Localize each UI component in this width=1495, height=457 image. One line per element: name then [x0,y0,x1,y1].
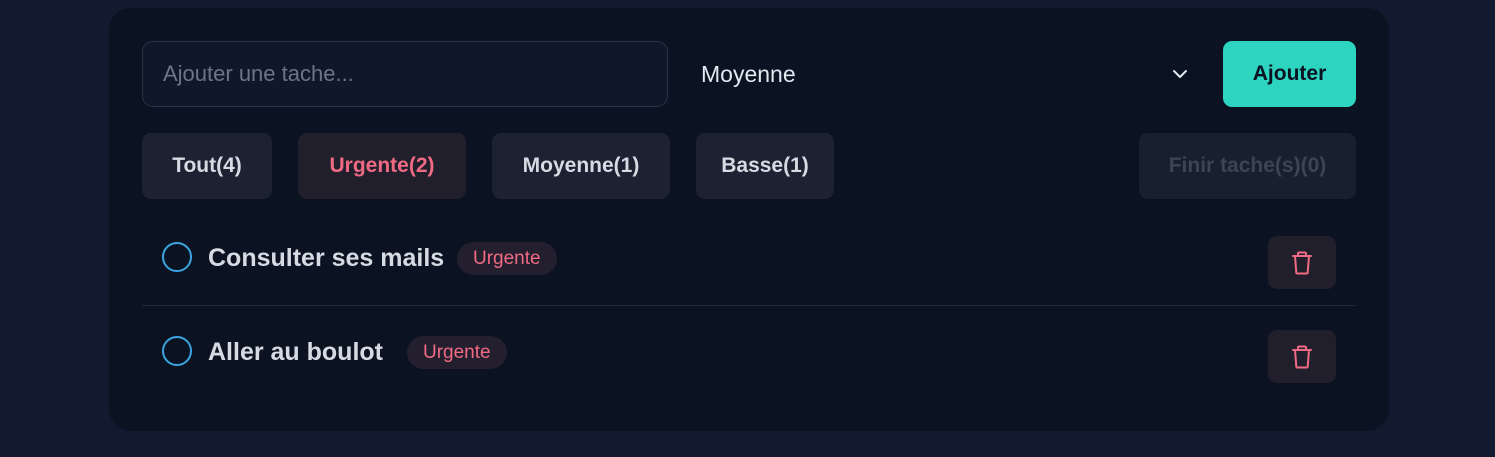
priority-select-value: Moyenne [701,60,796,87]
filter-medium-button[interactable]: Moyenne(1) [492,133,670,199]
priority-select[interactable]: Moyenne [685,41,1205,107]
trash-icon [1292,345,1312,368]
circle-checkbox-icon[interactable] [162,336,192,366]
task-item: Aller au boulot Urgente [142,306,1356,399]
add-button[interactable]: Ajouter [1223,41,1356,107]
delete-button[interactable] [1268,236,1336,289]
finish-tasks-button[interactable]: Finir tache(s)(0) [1139,133,1356,199]
delete-button[interactable] [1268,330,1336,383]
task-item: Consulter ses mails Urgente [142,212,1356,306]
circle-checkbox-icon[interactable] [162,242,192,272]
task-input[interactable] [142,41,668,107]
priority-badge: Urgente [457,242,557,275]
priority-badge: Urgente [407,336,507,369]
todo-card: Moyenne Ajouter Tout(4) Urgente(2) Moyen… [109,8,1389,431]
task-title: Consulter ses mails [208,244,445,272]
task-title: Aller au boulot [208,338,383,366]
chevron-down-icon [1171,65,1189,83]
trash-icon [1292,251,1312,274]
add-task-form: Moyenne Ajouter [142,41,1356,107]
filter-low-button[interactable]: Basse(1) [696,133,834,199]
filter-urgent-button[interactable]: Urgente(2) [298,133,466,199]
filter-bar: Tout(4) Urgente(2) Moyenne(1) Basse(1) F… [142,133,1356,199]
filter-all-button[interactable]: Tout(4) [142,133,272,199]
